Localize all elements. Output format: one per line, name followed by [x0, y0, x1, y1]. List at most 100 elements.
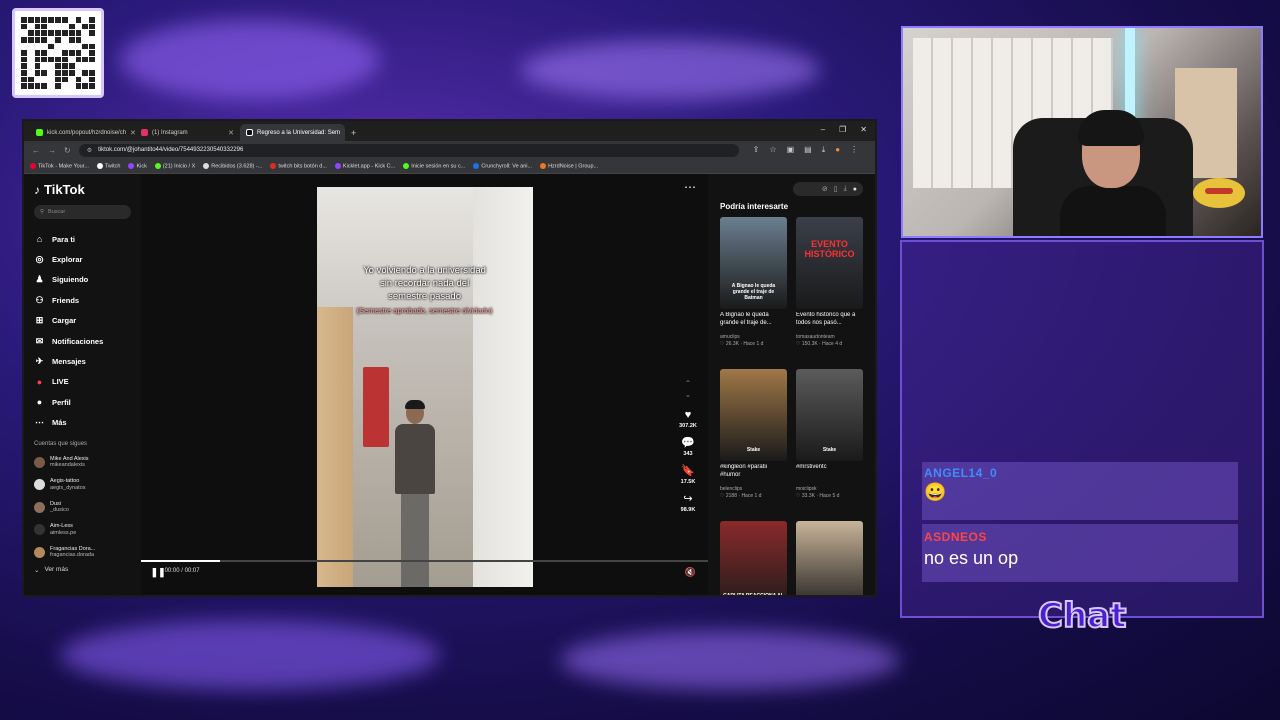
- window-controls: – ❐ ✕: [813, 125, 875, 138]
- nav-item-live[interactable]: ● LIVE: [34, 372, 131, 392]
- bookmark-label: Twitch: [104, 163, 121, 170]
- profile-avatar-icon[interactable]: ●: [835, 145, 840, 155]
- bookmark-item[interactable]: Kicklet.app - Kick C...: [334, 162, 396, 170]
- reload-icon[interactable]: ↻: [64, 146, 71, 155]
- tiktok-logo[interactable]: ♪ TikTok: [34, 182, 131, 197]
- recommended-video[interactable]: Stake #kingleon #paratii #humor belenclips…: [720, 369, 787, 517]
- recommended-video[interactable]: Stake #mrstiventc moiclipsk ♡ 33.3K · Hace …: [796, 369, 863, 517]
- compass-icon[interactable]: ⊘: [822, 185, 828, 193]
- message-icon: ✈: [35, 356, 44, 367]
- following-account[interactable]: Aegis-tattoo aegis_dynatos: [34, 473, 131, 496]
- video-thumbnail[interactable]: CARLITA REACCIONA AL #CODIGOASPYPERUYY: [720, 521, 787, 595]
- video-thumbnail[interactable]: A Bignao le queda grande el traje de Bat…: [720, 217, 787, 309]
- tab-instagram[interactable]: (1) Instagram ✕: [135, 124, 240, 141]
- nav-item-cargar[interactable]: ⊞ Cargar: [34, 311, 131, 331]
- recommended-video[interactable]: A Bignao le queda grande el traje de Bat…: [720, 217, 787, 365]
- new-tab-button[interactable]: +: [345, 128, 362, 141]
- maximize-icon[interactable]: ❐: [839, 125, 846, 134]
- bookmark-item[interactable]: TikTok - Make Your...: [30, 162, 89, 169]
- tab-tiktok[interactable]: Regreso a la Universidad: Sem ✕: [240, 124, 345, 141]
- bookmark-icon: [540, 162, 547, 169]
- nav-item-explorar[interactable]: ◎ Explorar: [34, 249, 131, 269]
- recommended-video[interactable]: EVENTO HISTÓRICO Evento histórico que a t…: [796, 217, 863, 365]
- tab-kick[interactable]: kick.com/popout/hzrdnoise/ch ✕: [30, 124, 135, 141]
- nav-item-perfil[interactable]: ● Perfil: [34, 392, 131, 412]
- bookmark-item[interactable]: Inicie sesión en su c...: [403, 162, 465, 169]
- bookmark-item[interactable]: twitch bits botón d...: [270, 162, 327, 169]
- sidepanel-icon[interactable]: ▤: [804, 145, 812, 155]
- video-progress-bar[interactable]: [140, 560, 708, 562]
- nav-item-notificaciones[interactable]: ✉ Notificaciones: [34, 331, 131, 351]
- bookmark-item[interactable]: HzrdNoise | Group...: [540, 162, 598, 169]
- comment-icon[interactable]: 💬: [681, 436, 695, 449]
- chevron-down-icon[interactable]: ⌄: [685, 390, 692, 399]
- user-avatar[interactable]: ●: [853, 186, 857, 193]
- star-icon[interactable]: ☆: [769, 145, 776, 155]
- close-window-icon[interactable]: ✕: [860, 125, 867, 134]
- nav-label: Mensajes: [52, 357, 86, 367]
- following-account[interactable]: Aim-Less aimless.pe: [34, 518, 131, 541]
- share-icon[interactable]: ⇪: [753, 145, 760, 155]
- following-text: Aegis-tattoo aegis_dynatos: [50, 478, 85, 491]
- bookmark-label: Kicklet.app - Kick C...: [342, 163, 396, 170]
- chevron-up-icon[interactable]: ⌃: [685, 379, 692, 388]
- share-icon[interactable]: ↪: [683, 492, 692, 505]
- forward-icon[interactable]: →: [48, 146, 56, 155]
- url-field[interactable]: ⚙ tiktok.com/@johantito44/video/75449322…: [78, 143, 739, 157]
- site-info-icon[interactable]: ⚙: [87, 147, 92, 154]
- following-handle: aegis_dynatos: [50, 484, 86, 491]
- see-more-button[interactable]: ⌄ Ver más: [34, 566, 131, 574]
- bookmark-item[interactable]: Twitch: [96, 162, 121, 170]
- browser-window: kick.com/popout/hzrdnoise/ch ✕ (1) Insta…: [22, 119, 877, 597]
- more-options-icon[interactable]: ⋯: [684, 180, 696, 194]
- nav-label: Más: [52, 418, 67, 428]
- following-account[interactable]: Dusi _dusico: [34, 496, 131, 519]
- nav-label: Siguiendo: [52, 275, 89, 285]
- bookmark-icon[interactable]: 🔖: [681, 464, 695, 477]
- nav-item-m-s[interactable]: ⋯ Más: [34, 413, 131, 433]
- minimize-icon[interactable]: –: [821, 125, 825, 134]
- mute-icon[interactable]: 🔇: [685, 567, 696, 578]
- video-thumbnail[interactable]: Stake: [796, 369, 863, 461]
- search-input[interactable]: ⚲ Buscar: [34, 205, 131, 219]
- video-caption-line: semestre pasado: [388, 291, 461, 302]
- recommended-video[interactable]: [796, 521, 863, 595]
- close-icon[interactable]: ✕: [228, 129, 234, 137]
- nav-item-siguiendo[interactable]: ♟ Siguiendo: [34, 270, 131, 290]
- bookmark-icon: [473, 162, 480, 169]
- download-icon[interactable]: ⤓: [844, 185, 847, 193]
- nav-item-para-ti[interactable]: ⌂ Para ti: [34, 229, 131, 249]
- extensions-icon[interactable]: ▣: [787, 145, 795, 155]
- nav-item-mensajes[interactable]: ✈ Mensajes: [34, 351, 131, 371]
- live-icon: ●: [36, 376, 43, 387]
- qr-code: [12, 8, 104, 98]
- following-name: Aim-Less: [50, 523, 73, 530]
- following-text: Dusi _dusico: [50, 501, 69, 514]
- home-icon: ⌂: [36, 234, 43, 245]
- bookmark-item[interactable]: Recibidos (3.628) -...: [203, 162, 262, 169]
- video-thumbnail[interactable]: EVENTO HISTÓRICO: [796, 217, 863, 309]
- following-account[interactable]: Mike And Alexis mikeandalexis: [34, 451, 131, 474]
- background-glow: [520, 40, 820, 100]
- menu-icon[interactable]: ⋮: [850, 145, 858, 155]
- back-icon[interactable]: ←: [32, 146, 40, 155]
- bookmark-item[interactable]: (21) Inicio / X: [154, 162, 195, 169]
- like-count: 307.2K: [679, 423, 697, 429]
- download-icon[interactable]: ⤓: [822, 145, 826, 155]
- following-handle: mikeandalexis: [50, 462, 85, 469]
- following-text: Aim-Less aimless.pe: [50, 523, 76, 536]
- following-title: Cuentas que sigues: [34, 440, 88, 447]
- bookmark-item[interactable]: Kick: [128, 162, 147, 169]
- nav-item-friends[interactable]: ⚇ Friends: [34, 290, 131, 310]
- nav-label: Explorar: [52, 255, 83, 265]
- video-thumbnail[interactable]: Stake: [720, 369, 787, 461]
- heart-icon[interactable]: ♥: [685, 409, 692, 421]
- pause-icon[interactable]: ❚❚: [151, 567, 166, 578]
- nav-label: Cargar: [52, 316, 77, 326]
- bookmark-item[interactable]: Crunchyroll: Ve ani...: [473, 162, 532, 169]
- video-thumbnail[interactable]: [796, 521, 863, 595]
- following-account[interactable]: Fragancias Dora... fragancias.dorada: [34, 541, 131, 564]
- video-frame[interactable]: Yo volviendo a la universidad sin record…: [316, 187, 533, 587]
- phone-icon[interactable]: ▯: [834, 185, 838, 193]
- recommended-video[interactable]: CARLITA REACCIONA AL #CODIGOASPYPERUYY: [720, 521, 787, 595]
